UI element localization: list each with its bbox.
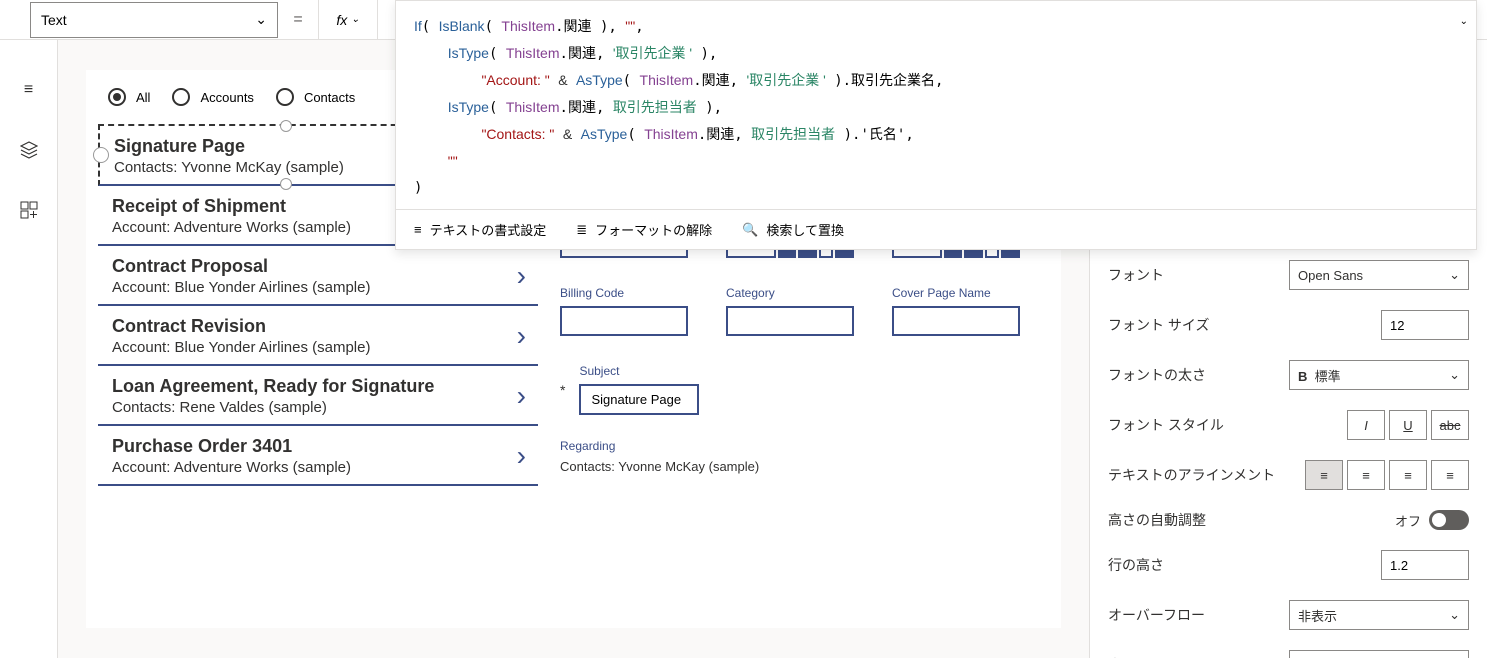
layers-icon[interactable] [19,140,39,160]
prop-font-weight: フォントの太さB 標準⌄ [1108,360,1469,390]
regarding-row: Regarding Contacts: Yvonne McKay (sample… [560,439,1049,474]
italic-button[interactable]: I [1347,410,1385,440]
align-right-button[interactable]: ≡ [1389,460,1427,490]
chevron-down-icon: ⌄ [351,14,359,25]
overflow-select[interactable]: 非表示⌄ [1289,600,1469,630]
list-item[interactable]: Loan Agreement, Ready for Signature Conta… [98,366,538,426]
regarding-value: Contacts: Yvonne McKay (sample) [560,459,1049,474]
font-size-input[interactable] [1381,310,1469,340]
radio-accounts[interactable]: Accounts [172,88,253,106]
prop-display-mode: 表示モード編集⌄ [1108,650,1469,658]
lineheight-input[interactable] [1381,550,1469,580]
search-icon: 🔍 [742,222,758,238]
field-label: Subject [579,364,699,378]
display-mode-select[interactable]: 編集⌄ [1289,650,1469,658]
prop-lineheight: 行の高さ [1108,550,1469,580]
chevron-right-icon[interactable]: › [517,440,526,472]
radio-contacts[interactable]: Contacts [276,88,355,106]
prop-font: フォントOpen Sans⌄ [1108,260,1469,290]
item-title: Contract Proposal [112,256,370,277]
strike-button[interactable]: abc [1431,410,1469,440]
prop-font-size: フォント サイズ [1108,310,1469,340]
align-center-button[interactable]: ≡ [1347,460,1385,490]
radio-icon [108,88,126,106]
list-item[interactable]: Purchase Order 3401 Account: Adventure Wo… [98,426,538,486]
align-left-button[interactable]: ≡ [1305,460,1343,490]
item-title: Purchase Order 3401 [112,436,351,457]
field-label: Billing Code [560,286,688,300]
chevron-down-icon: ⌄ [1449,267,1460,283]
field-label: Category [726,286,854,300]
formula-editor-toolbar: ≡テキストの書式設定 ≣フォーマットの解除 🔍検索して置換 [396,209,1476,249]
chevron-right-icon[interactable]: › [517,380,526,412]
format-icon: ≡ [414,222,422,237]
autoheight-toggle[interactable] [1429,510,1469,530]
item-subtitle: Contacts: Rene Valdes (sample) [112,399,434,416]
item-subtitle: Account: Adventure Works (sample) [112,219,351,236]
font-weight-select[interactable]: B 標準⌄ [1289,360,1469,390]
property-selector[interactable]: Text ⌄ [30,2,278,38]
item-title: Signature Page [114,136,344,157]
field-label: Cover Page Name [892,286,1020,300]
subject-row: * Subject Signature Page [560,364,1049,415]
chevron-down-icon: ⌄ [1449,607,1460,623]
property-selector-value: Text [41,12,67,28]
subject-input[interactable]: Signature Page [579,384,699,415]
remove-format-button[interactable]: ≣フォーマットの解除 [576,220,712,239]
hamburger-icon[interactable]: ≡ [19,80,39,100]
prop-font-style: フォント スタイルIUabc [1108,410,1469,440]
font-select[interactable]: Open Sans⌄ [1289,260,1469,290]
prop-align: テキストのアラインメント≡≡≡≡ [1108,460,1469,490]
list-item[interactable]: Contract Proposal Account: Blue Yonder Ai… [98,246,538,306]
field-label: Regarding [560,439,1049,453]
item-subtitle: Contacts: Yvonne McKay (sample) [114,159,344,176]
radio-icon [172,88,190,106]
list-item[interactable]: Contract Revision Account: Blue Yonder Ai… [98,306,538,366]
chevron-right-icon[interactable]: › [517,320,526,352]
chevron-right-icon[interactable]: › [517,260,526,292]
cover-input[interactable] [892,306,1020,336]
radio-icon [276,88,294,106]
formula-editor[interactable]: If( IsBlank( ThisItem.関連 ), "", IsType( … [395,0,1477,250]
item-title: Loan Agreement, Ready for Signature [112,376,434,397]
radio-all[interactable]: All [108,88,150,106]
prop-autoheight: 高さの自動調整オフ [1108,510,1469,530]
insert-icon[interactable] [19,200,39,220]
left-rail: ≡ [0,40,58,658]
fx-button[interactable]: fx ⌄ [318,0,378,40]
format-text-button[interactable]: ≡テキストの書式設定 [414,220,546,239]
find-replace-button[interactable]: 🔍検索して置換 [742,220,844,239]
formula-text[interactable]: If( IsBlank( ThisItem.関連 ), "", IsType( … [396,1,1476,209]
clear-format-icon: ≣ [576,222,587,238]
category-input[interactable] [726,306,854,336]
item-subtitle: Account: Adventure Works (sample) [112,459,351,476]
underline-button[interactable]: U [1389,410,1427,440]
selection-handle[interactable] [280,120,292,132]
item-title: Contract Revision [112,316,370,337]
item-subtitle: Account: Blue Yonder Airlines (sample) [112,339,370,356]
equals-sign: = [278,11,318,29]
required-icon: * [560,382,565,398]
align-justify-button[interactable]: ≡ [1431,460,1469,490]
prop-overflow: オーバーフロー非表示⌄ [1108,600,1469,630]
item-subtitle: Account: Blue Yonder Airlines (sample) [112,279,370,296]
chevron-down-icon[interactable]: ⌄ [1460,9,1468,35]
chevron-down-icon: ⌄ [255,11,267,28]
chevron-down-icon: ⌄ [1449,367,1460,383]
item-title: Receipt of Shipment [112,196,351,217]
fx-icon: fx [336,12,347,28]
billing-input[interactable] [560,306,688,336]
